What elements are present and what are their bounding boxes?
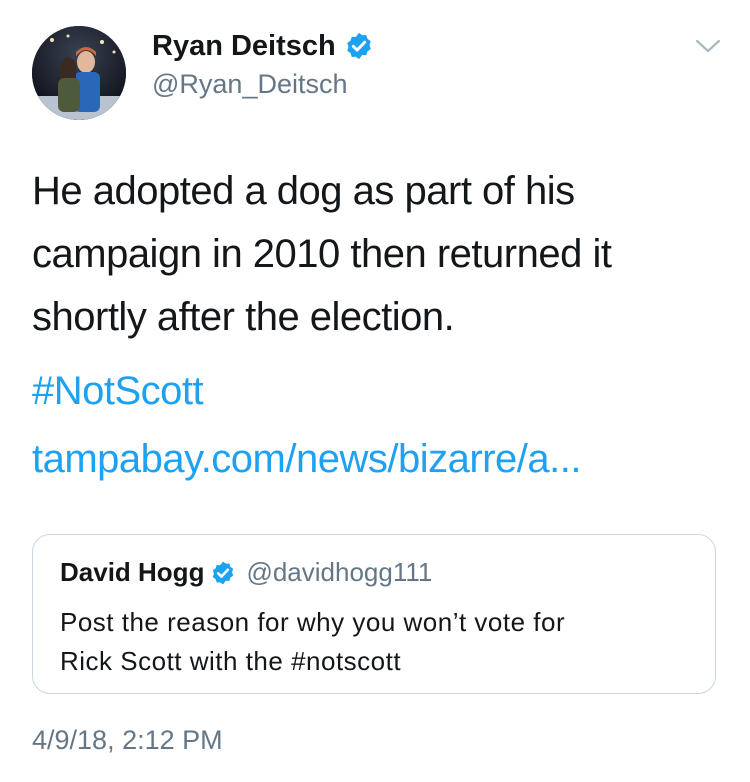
verified-badge-icon: [346, 32, 371, 60]
quoted-author-name: David Hogg: [60, 557, 205, 587]
url-link[interactable]: tampabay.com/news/bizarre/a...: [32, 431, 581, 487]
tweet-text: He adopted a dog as part of his campaign…: [32, 160, 722, 349]
quoted-text-line: Rick Scott with the #notscott: [60, 646, 402, 676]
tweet-text-line: He adopted a dog as part of his: [32, 169, 575, 213]
quoted-tweet-header: David Hogg @davidhogg111: [60, 557, 432, 588]
author-name[interactable]: Ryan Deitsch: [152, 28, 374, 64]
tweet-text-line: shortly after the election.: [32, 295, 455, 339]
quoted-text-line: Post the reason for why you won’t vote f…: [60, 607, 566, 637]
profile-photo-icon: [32, 26, 126, 120]
timestamp[interactable]: 4/9/18, 2:12 PM: [32, 722, 223, 758]
tweet-card: Ryan Deitsch @Ryan_Deitsch He adopted a …: [0, 0, 750, 782]
hashtag-link[interactable]: #NotScott: [32, 363, 204, 419]
quoted-tweet[interactable]: David Hogg @davidhogg111 Post the reason…: [32, 534, 716, 694]
quoted-author-handle: @davidhogg111: [246, 557, 433, 587]
author-handle[interactable]: @Ryan_Deitsch: [152, 67, 348, 101]
quoted-tweet-text: Post the reason for why you won’t vote f…: [60, 603, 700, 681]
verified-badge-icon: [213, 561, 234, 584]
author-name-text[interactable]: Ryan Deitsch: [152, 28, 336, 64]
avatar[interactable]: [32, 26, 126, 120]
tweet-text-line: campaign in 2010 then returned it: [32, 232, 612, 276]
chevron-down-icon[interactable]: [694, 36, 722, 56]
